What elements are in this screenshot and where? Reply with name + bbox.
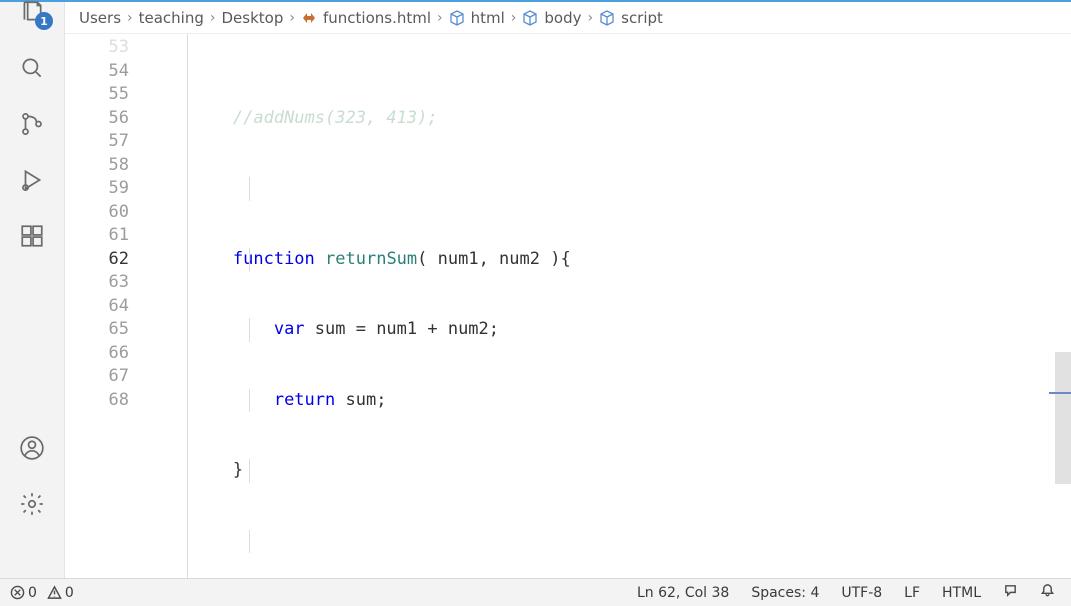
code-line: function returnSum( num1, num2 ){ <box>147 248 1071 272</box>
editor-area: Users › teaching › Desktop › functions.h… <box>65 2 1071 578</box>
code-content[interactable]: //addNums(323, 413); function returnSum(… <box>147 34 1071 578</box>
breadcrumb-segment[interactable]: Users <box>79 9 121 27</box>
line-number: 62 <box>65 248 129 272</box>
status-language[interactable]: HTML <box>936 585 987 601</box>
line-number: 64 <box>65 295 129 319</box>
accounts-icon[interactable] <box>18 434 46 462</box>
code-line <box>147 177 1071 201</box>
line-number: 68 <box>65 389 129 413</box>
settings-gear-icon[interactable] <box>18 490 46 518</box>
line-number: 57 <box>65 130 129 154</box>
line-number: 67 <box>65 365 129 389</box>
feedback-icon[interactable] <box>997 583 1024 602</box>
chevron-right-icon: › <box>435 10 445 26</box>
line-number: 61 <box>65 224 129 248</box>
chevron-right-icon: › <box>125 10 135 26</box>
code-line <box>147 530 1071 554</box>
chevron-right-icon: › <box>586 10 596 26</box>
overview-ruler-mark <box>1049 392 1071 394</box>
line-number-gutter: 53 54 55 56 57 58 59 60 61 62 63 64 65 6… <box>65 34 147 578</box>
activity-bar: 1 <box>0 2 65 578</box>
line-number: 65 <box>65 318 129 342</box>
code-line: var sum = num1 + num2; <box>147 318 1071 342</box>
extensions-icon[interactable] <box>18 222 46 250</box>
status-cursor-position[interactable]: Ln 62, Col 38 <box>631 585 735 601</box>
explorer-icon[interactable]: 1 <box>18 0 46 26</box>
status-warnings[interactable]: 0 <box>47 585 74 601</box>
notifications-bell-icon[interactable] <box>1034 583 1061 602</box>
breadcrumb[interactable]: Users › teaching › Desktop › functions.h… <box>65 2 1071 34</box>
line-number: 53 <box>65 36 129 60</box>
chevron-right-icon: › <box>287 10 297 26</box>
line-number: 56 <box>65 107 129 131</box>
main-area: 1 Users › <box>0 0 1071 578</box>
status-errors[interactable]: 0 <box>10 585 37 601</box>
line-number: 60 <box>65 201 129 225</box>
scrollbar-thumb[interactable] <box>1055 352 1071 484</box>
chevron-right-icon: › <box>509 10 519 26</box>
run-debug-icon[interactable] <box>18 166 46 194</box>
search-icon[interactable] <box>18 54 46 82</box>
status-indentation[interactable]: Spaces: 4 <box>745 585 825 601</box>
status-eol[interactable]: LF <box>898 585 926 601</box>
line-number: 54 <box>65 60 129 84</box>
status-bar: 0 0 Ln 62, Col 38 Spaces: 4 UTF-8 LF HTM… <box>0 578 1071 606</box>
line-number: 55 <box>65 83 129 107</box>
breadcrumb-file[interactable]: functions.html <box>301 9 431 27</box>
breadcrumb-symbol[interactable]: html <box>449 9 505 27</box>
line-number: 66 <box>65 342 129 366</box>
line-number: 63 <box>65 271 129 295</box>
source-control-icon[interactable] <box>18 110 46 138</box>
breadcrumb-symbol[interactable]: script <box>599 9 663 27</box>
code-line: return sum; <box>147 389 1071 413</box>
explorer-badge: 1 <box>35 12 53 30</box>
code-editor[interactable]: 53 54 55 56 57 58 59 60 61 62 63 64 65 6… <box>65 34 1071 578</box>
breadcrumb-segment[interactable]: teaching <box>139 9 204 27</box>
breadcrumb-segment[interactable]: Desktop <box>222 9 284 27</box>
code-line: //addNums(323, 413); <box>147 107 1071 131</box>
code-line: } <box>147 459 1071 483</box>
breadcrumb-symbol[interactable]: body <box>522 9 581 27</box>
chevron-right-icon: › <box>208 10 218 26</box>
line-number: 59 <box>65 177 129 201</box>
status-encoding[interactable]: UTF-8 <box>835 585 888 601</box>
line-number: 58 <box>65 154 129 178</box>
